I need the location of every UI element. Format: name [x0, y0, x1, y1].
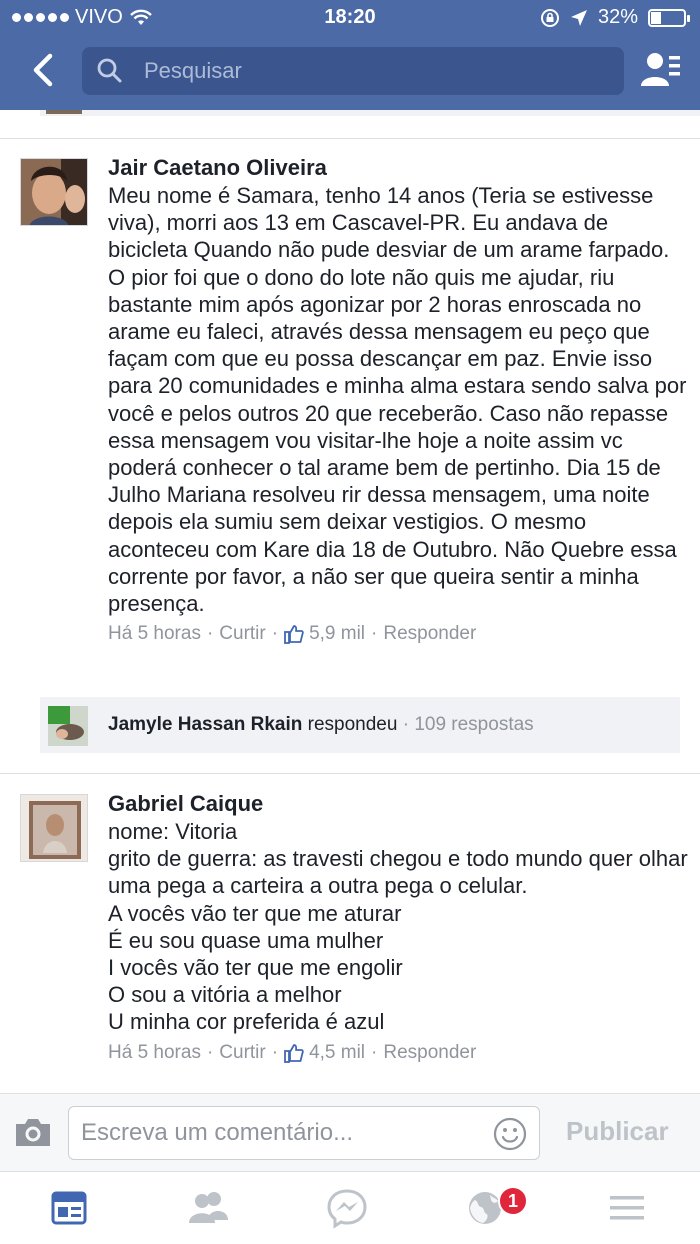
friends-icon[interactable]	[186, 1186, 230, 1230]
status-bar: VIVO 18:20 32%	[0, 0, 700, 36]
comment-author[interactable]: Jair Caetano Oliveira	[108, 154, 688, 182]
like-count-value: 5,9 mil	[309, 623, 366, 645]
top-bar: VIVO 18:20 32%	[0, 0, 700, 110]
messenger-icon[interactable]	[325, 1186, 369, 1230]
search-bar[interactable]	[82, 47, 624, 95]
bottom-tab-bar: 1	[0, 1171, 700, 1244]
comment-body: Gabriel Caique nome: Vitoria grito de gu…	[108, 790, 688, 1064]
comment-meta: Há 5 horas · Curtir · 4,5 mil · Responde…	[108, 1041, 477, 1064]
location-arrow-icon	[570, 9, 587, 26]
notification-badge: 1	[498, 1186, 528, 1216]
profile-photo-image	[21, 159, 87, 225]
comment-time: Há 5 horas	[108, 1041, 201, 1063]
comment-input-box[interactable]	[68, 1106, 540, 1160]
divider	[0, 138, 700, 139]
emoji-smiley-icon[interactable]	[493, 1117, 527, 1151]
reply-count: 109 respostas	[414, 714, 534, 735]
reply-author: Jamyle Hassan Rkain	[108, 714, 303, 735]
camera-icon[interactable]	[14, 1116, 52, 1148]
reply-preview[interactable]: Jamyle Hassan Rkain respondeu · 109 resp…	[40, 697, 680, 753]
thumbs-up-icon	[284, 625, 304, 645]
status-right: 32%	[540, 6, 690, 29]
battery-icon	[648, 8, 690, 27]
search-input[interactable]	[144, 47, 604, 95]
thumbs-up-icon	[284, 1043, 304, 1063]
profile-photo-image	[21, 795, 87, 861]
comments-feed[interactable]: Jair Caetano Oliveira Meu nome é Samara,…	[0, 110, 700, 1093]
like-link[interactable]: Curtir	[219, 623, 265, 645]
avatar[interactable]	[20, 158, 88, 226]
comment-time: Há 5 horas	[108, 623, 201, 645]
reply-action: respondeu	[307, 714, 398, 735]
comment-author[interactable]: Gabriel Caique	[108, 790, 688, 818]
like-link[interactable]: Curtir	[219, 1042, 265, 1064]
reply-link[interactable]: Responder	[383, 1042, 476, 1064]
previous-reply-row	[40, 110, 700, 116]
avatar[interactable]	[20, 794, 88, 862]
search-icon	[97, 58, 122, 83]
comment-text: nome: Vitoria grito de guerra: as traves…	[108, 819, 688, 1035]
menu-icon[interactable]	[605, 1186, 649, 1230]
like-count[interactable]: 5,9 mil	[284, 623, 365, 645]
comment-input[interactable]	[81, 1107, 481, 1159]
comment-meta: Há 5 horas · Curtir · 5,9 mil · Responde…	[108, 623, 477, 645]
reply-profile-image	[48, 706, 88, 746]
battery-percent: 32%	[597, 6, 638, 28]
rotation-lock-icon	[540, 8, 559, 27]
like-count-value: 4,5 mil	[309, 1041, 366, 1063]
comment-composer: Publicar	[0, 1093, 700, 1171]
reply-summary: Jamyle Hassan Rkain respondeu · 109 resp…	[108, 714, 534, 735]
divider	[0, 773, 700, 774]
publish-button[interactable]: Publicar	[566, 1116, 669, 1147]
previous-reply-avatar	[46, 110, 82, 114]
reply-link[interactable]: Responder	[383, 623, 476, 645]
like-count[interactable]: 4,5 mil	[284, 1042, 365, 1064]
reply-avatar	[48, 706, 88, 746]
friend-requests-icon[interactable]	[638, 50, 682, 90]
comment-text: Meu nome é Samara, tenho 14 anos (Teria …	[108, 183, 687, 617]
comment-body: Jair Caetano Oliveira Meu nome é Samara,…	[108, 154, 688, 645]
news-feed-icon[interactable]	[47, 1186, 91, 1230]
back-chevron-icon[interactable]	[28, 52, 60, 88]
